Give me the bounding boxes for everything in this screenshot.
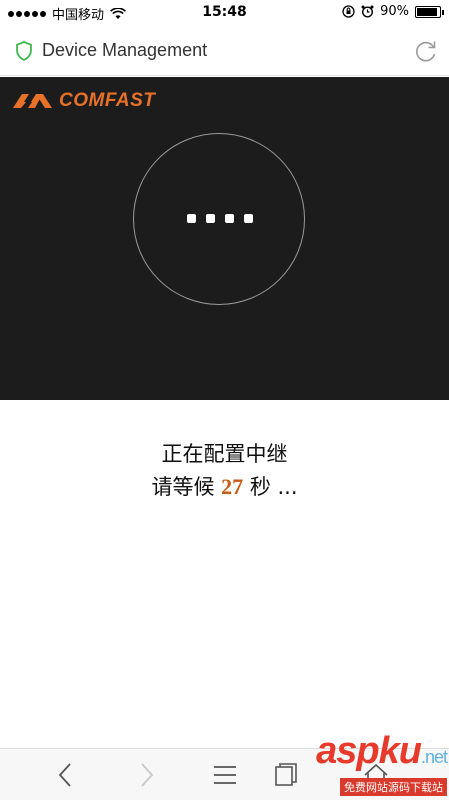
alarm-icon [361,5,374,18]
loading-dot [187,214,196,223]
loading-dot [244,214,253,223]
status-bar: 中国移动 15:48 90% [0,0,449,26]
loading-spinner [133,133,305,305]
logo-text: COMFAST [59,90,156,111]
comfast-logo: COMFAST [11,90,155,112]
watermark-tagline: 免费网站源码下载站 [340,778,447,796]
wait-prefix: 请等候 [151,475,215,499]
tabs-icon[interactable] [272,761,300,789]
loading-dot [225,214,234,223]
loading-banner: COMFAST [0,77,449,400]
battery-icon [415,5,444,18]
comfast-logo-icon [13,94,52,108]
watermark-brand: aspku.net [316,730,448,772]
nav-bar: Device Management [0,26,449,76]
orientation-lock-icon [342,5,355,18]
back-icon[interactable] [52,761,80,789]
status-right: 90% [342,4,444,19]
wait-message: 请等候 27 秒 ... [0,471,449,501]
wait-suffix: 秒 ... [249,475,298,499]
shield-icon [16,41,32,61]
loading-dot [206,214,215,223]
page-title: Device Management [42,40,208,60]
refresh-icon[interactable] [413,38,439,64]
countdown-seconds: 27 [221,474,244,499]
forward-icon[interactable] [132,761,160,789]
menu-icon[interactable] [211,761,239,789]
site-watermark: aspku.net 免费网站源码下载站 [316,730,448,796]
battery-percent: 90% [380,4,409,19]
status-message: 正在配置中继 [161,442,288,466]
loading-dots [176,214,264,223]
